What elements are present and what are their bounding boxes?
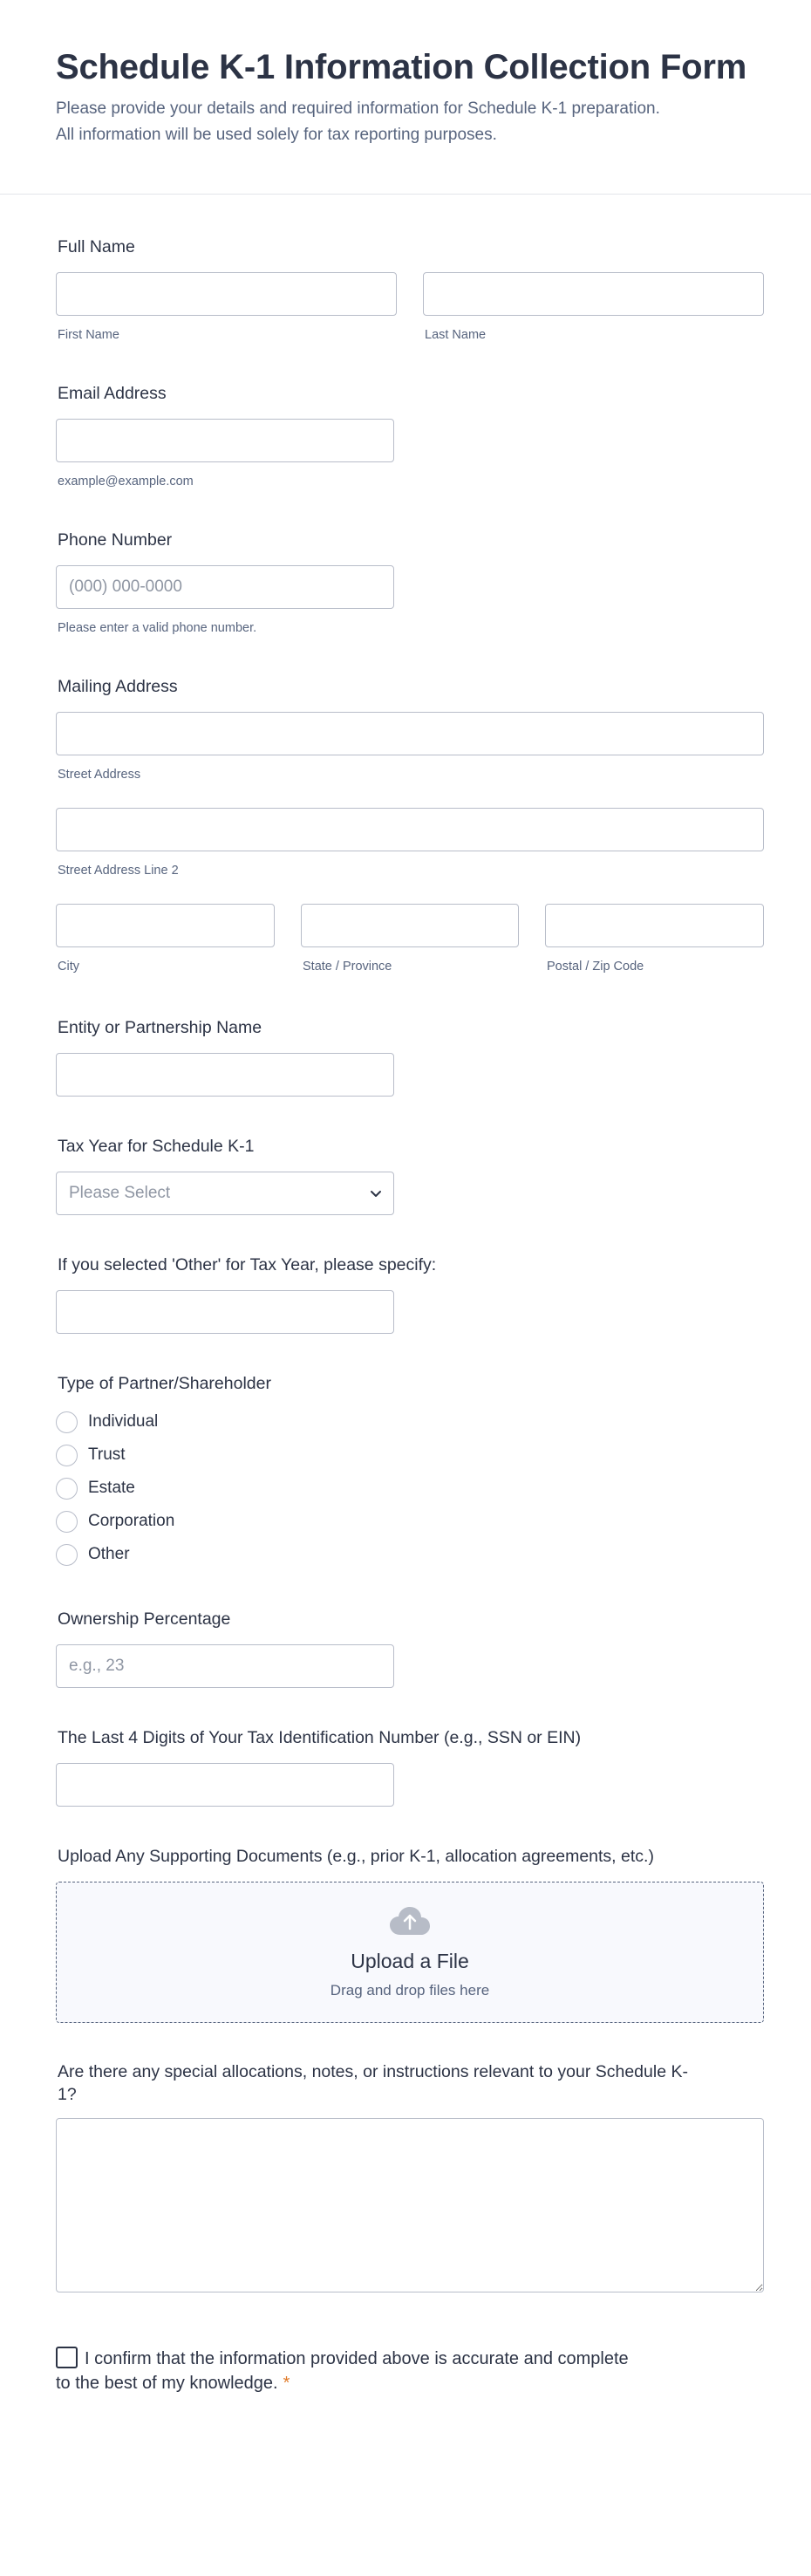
confirm-checkbox[interactable] <box>56 2347 78 2368</box>
city-input[interactable] <box>56 904 275 947</box>
full-name-label: Full Name <box>58 237 135 256</box>
first-name-input[interactable] <box>56 272 397 316</box>
mailing-address-label: Mailing Address <box>58 677 178 696</box>
email-sublabel: example@example.com <box>58 475 194 489</box>
ownership-field: Ownership Percentage <box>56 1608 394 1688</box>
radio-label: Individual <box>88 1412 159 1431</box>
required-mark: * <box>283 2374 290 2393</box>
radio-button[interactable] <box>56 1444 78 1466</box>
upload-dropzone[interactable]: Upload a File Drag and drop files here <box>56 1882 764 2023</box>
city-sublabel: City <box>58 960 79 974</box>
street-address-input[interactable] <box>56 712 764 755</box>
subtitle-line-1: Please provide your details and required… <box>56 99 660 118</box>
radio-button[interactable] <box>56 1510 78 1533</box>
entity-name-label: Entity or Partnership Name <box>58 1018 262 1037</box>
tin-label: The Last 4 Digits of Your Tax Identifica… <box>58 1728 582 1747</box>
radio-option-other[interactable]: Other <box>56 1538 271 1571</box>
page-title: Schedule K-1 Information Collection Form <box>56 48 747 86</box>
radio-button[interactable] <box>56 1477 78 1500</box>
upload-subtitle: Drag and drop files here <box>330 1982 490 1999</box>
radio-label: Corporation <box>88 1512 175 1530</box>
entity-name-field: Entity or Partnership Name <box>56 1016 394 1097</box>
ownership-label: Ownership Percentage <box>58 1609 231 1629</box>
confirm-text-line-1: I confirm that the information provided … <box>85 2349 629 2368</box>
page-subtitle: Please provide your details and required… <box>56 96 755 148</box>
chevron-down-icon <box>371 1191 381 1197</box>
last-name-input[interactable] <box>423 272 764 316</box>
street-address-2-sublabel: Street Address Line 2 <box>58 864 179 878</box>
email-label: Email Address <box>58 384 167 403</box>
notes-label-line-2: 1? <box>58 2085 77 2104</box>
street-address-sublabel: Street Address <box>58 768 141 782</box>
zip-sublabel: Postal / Zip Code <box>547 960 644 974</box>
tax-year-label: Tax Year for Schedule K-1 <box>58 1137 255 1156</box>
confirm-text-line-2: to the best of my knowledge. <box>56 2374 278 2393</box>
radio-button[interactable] <box>56 1411 78 1433</box>
last-name-sublabel: Last Name <box>425 328 487 342</box>
email-input[interactable] <box>56 419 394 462</box>
tax-year-selected: Please Select <box>69 1184 171 1202</box>
form-header: Schedule K-1 Information Collection Form… <box>0 0 811 195</box>
first-name-sublabel: First Name <box>58 328 119 342</box>
radio-option-estate[interactable]: Estate <box>56 1472 271 1505</box>
street-address-2-input[interactable] <box>56 808 764 851</box>
notes-label: Are there any special allocations, notes… <box>56 2060 764 2106</box>
tax-year-other-label: If you selected 'Other' for Tax Year, pl… <box>58 1255 437 1274</box>
ownership-input[interactable] <box>56 1644 394 1688</box>
radio-option-corporation[interactable]: Corporation <box>56 1505 271 1538</box>
confirm-text: I confirm that the information provided … <box>56 2347 684 2395</box>
upload-title: Upload a File <box>351 1950 469 1972</box>
partner-type-label: Type of Partner/Shareholder <box>58 1374 271 1393</box>
state-sublabel: State / Province <box>303 960 392 974</box>
radio-label: Trust <box>88 1445 126 1464</box>
zip-input[interactable] <box>545 904 764 947</box>
radio-label: Other <box>88 1545 130 1563</box>
upload-field: Upload Any Supporting Documents (e.g., p… <box>56 1845 764 2023</box>
tax-year-other-field: If you selected 'Other' for Tax Year, pl… <box>56 1254 436 1334</box>
phone-label: Phone Number <box>58 530 173 550</box>
phone-input[interactable] <box>56 565 394 609</box>
full-name-field: Full Name First Name Last Name <box>56 236 764 342</box>
upload-label: Upload Any Supporting Documents (e.g., p… <box>58 1847 654 1866</box>
radio-label: Estate <box>88 1479 135 1497</box>
radio-option-trust[interactable]: Trust <box>56 1438 271 1472</box>
notes-label-line-1: Are there any special allocations, notes… <box>58 2062 688 2081</box>
cloud-upload-icon <box>390 1907 430 1935</box>
phone-field: Phone Number Please enter a valid phone … <box>56 529 394 635</box>
tax-year-select[interactable]: Please Select <box>56 1172 394 1215</box>
notes-field: Are there any special allocations, notes… <box>56 2060 764 2292</box>
phone-sublabel: Please enter a valid phone number. <box>58 621 257 635</box>
subtitle-line-2: All information will be used solely for … <box>56 126 497 144</box>
tin-field: The Last 4 Digits of Your Tax Identifica… <box>56 1726 581 1807</box>
mailing-address-field: Mailing Address Street Address Street Ad… <box>56 675 764 974</box>
radio-option-individual[interactable]: Individual <box>56 1405 271 1438</box>
state-input[interactable] <box>301 904 519 947</box>
tax-year-other-input[interactable] <box>56 1290 394 1334</box>
entity-name-input[interactable] <box>56 1053 394 1097</box>
confirm-field: I confirm that the information provided … <box>56 2347 684 2395</box>
radio-button[interactable] <box>56 1543 78 1566</box>
tax-year-field: Tax Year for Schedule K-1 Please Select <box>56 1135 394 1215</box>
notes-textarea[interactable] <box>56 2118 764 2292</box>
tin-input[interactable] <box>56 1763 394 1807</box>
email-field: Email Address example@example.com <box>56 382 394 489</box>
partner-type-field: Type of Partner/Shareholder Individual T… <box>56 1372 271 1571</box>
